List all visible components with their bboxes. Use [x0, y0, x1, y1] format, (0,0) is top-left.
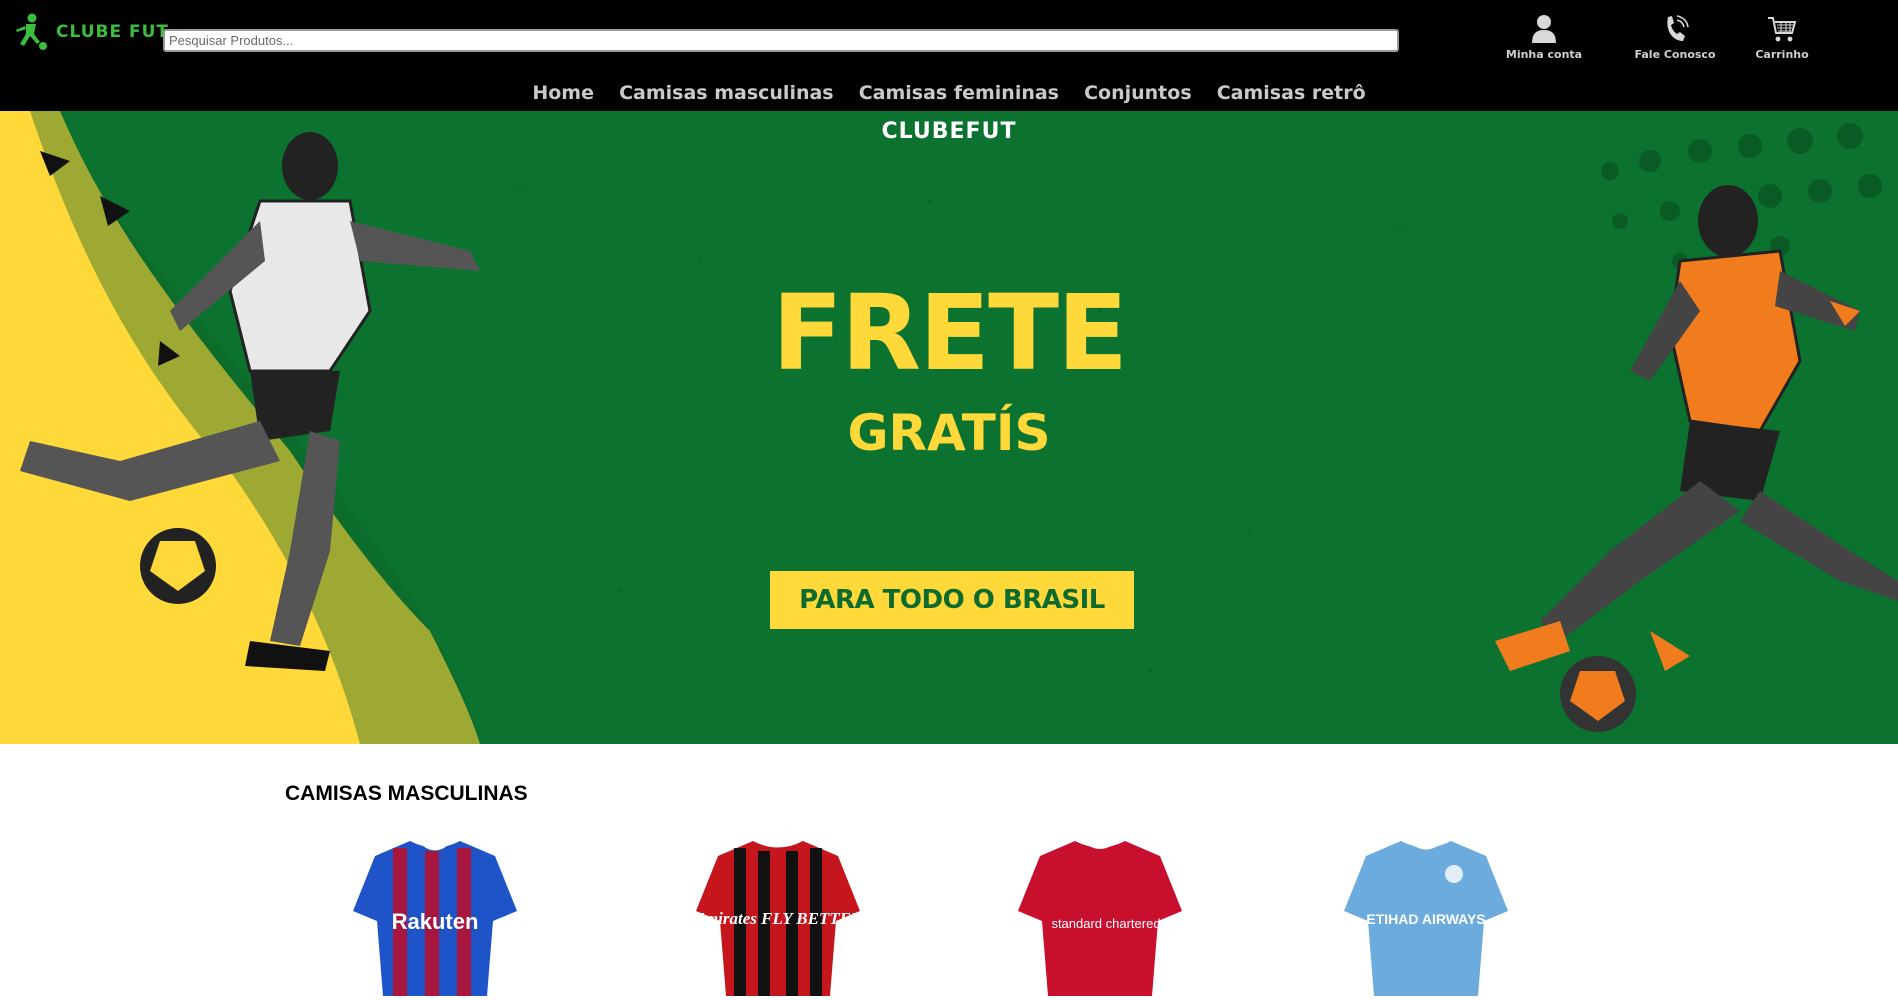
hero-subheadline: GRATÍS [847, 404, 1051, 462]
product-card-milan[interactable]: Emirates FLY BETTER [688, 836, 868, 996]
site-logo[interactable]: CLUBE FUT [10, 12, 169, 52]
section-title: CAMISAS MASCULINAS [285, 782, 528, 805]
user-icon [1532, 15, 1556, 43]
hero-banner[interactable]: CLUBEFUT FRETE GRATÍS PARA TODO O BRASIL [0, 111, 1898, 744]
manchester-city-jersey-image: ETIHAD AIRWAYS [1344, 841, 1508, 996]
nav-item-conjuntos[interactable]: Conjuntos [1084, 82, 1192, 104]
nav-item-home[interactable]: Home [532, 82, 594, 104]
contact-label: Fale Conosco [1634, 48, 1716, 61]
milan-jersey-image: Emirates FLY BETTER [693, 841, 863, 996]
nav-item-camisas-retro[interactable]: Camisas retrô [1217, 82, 1366, 104]
liverpool-sponsor: standard chartered [1051, 916, 1160, 931]
barcelona-jersey-image: Rakuten [353, 841, 517, 996]
nav-item-camisas-femininas[interactable]: Camisas femininas [859, 82, 1059, 104]
site-header: CLUBE FUT Minha conta Fale Conosco Carri… [0, 0, 1898, 111]
contact-button[interactable]: Fale Conosco [1625, 14, 1725, 61]
account-label: Minha conta [1505, 48, 1583, 61]
nav-item-camisas-masculinas[interactable]: Camisas masculinas [619, 82, 834, 104]
hero-cta-button[interactable]: PARA TODO O BRASIL [770, 571, 1134, 629]
product-card-liverpool[interactable]: standard chartered [1010, 836, 1190, 996]
barcelona-sponsor: Rakuten [392, 909, 479, 934]
milan-sponsor: Emirates FLY BETTER [693, 909, 863, 928]
phone-icon [1667, 15, 1689, 41]
hero-brand: CLUBEFUT [881, 119, 1017, 144]
soccer-player-logo-icon [16, 13, 47, 50]
account-button[interactable]: Minha conta [1494, 14, 1594, 61]
hero-headline: FRETE [771, 272, 1128, 394]
main-nav: Home Camisas masculinas Camisas feminina… [0, 82, 1898, 104]
liverpool-jersey-image: standard chartered [1018, 841, 1182, 996]
product-card-barcelona[interactable]: Rakuten [345, 836, 525, 996]
product-card-manchester-city[interactable]: ETIHAD AIRWAYS [1336, 836, 1516, 996]
cart-label: Carrinho [1755, 48, 1809, 61]
search-input[interactable] [163, 29, 1399, 52]
cart-button[interactable]: Carrinho [1732, 14, 1832, 61]
logo-text: CLUBE FUT [56, 22, 170, 42]
manchester-city-sponsor: ETIHAD AIRWAYS [1366, 911, 1485, 927]
cart-icon [1768, 17, 1797, 42]
